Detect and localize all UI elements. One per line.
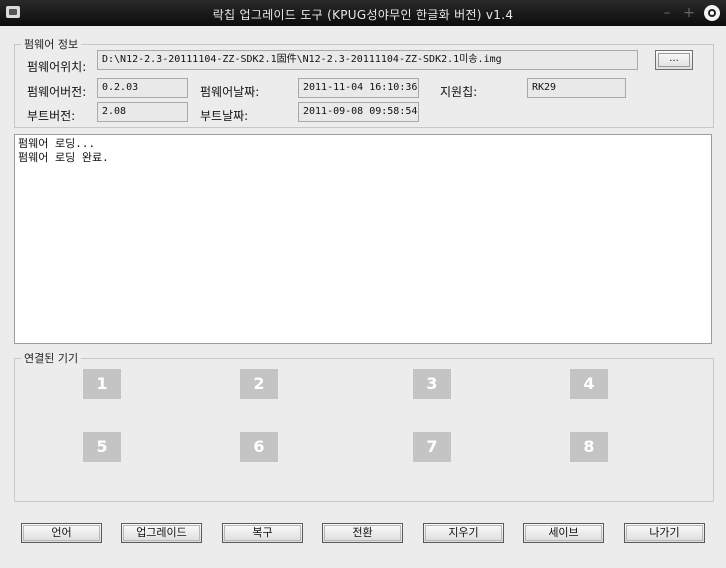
firmware-version-label: 펌웨어버전: (27, 85, 87, 99)
log-output[interactable]: 펌웨어 로딩... 펌웨어 로딩 완료. (14, 134, 712, 344)
device-slot-3[interactable]: 3 (413, 369, 451, 399)
close-icon[interactable] (704, 5, 720, 21)
device-slot-8[interactable]: 8 (570, 432, 608, 462)
window-title: 락칩 업그레이드 도구 (KPUG성야무인 한글화 버전) v1.4 (212, 8, 514, 22)
boot-version-field: 2.08 (97, 102, 188, 122)
erase-button[interactable]: 지우기 (423, 523, 504, 543)
device-slot-5[interactable]: 5 (83, 432, 121, 462)
firmware-info-legend: 펌웨어 정보 (24, 38, 79, 51)
firmware-location-label: 펌웨어위치: (27, 60, 87, 74)
title-bar: 락칩 업그레이드 도구 (KPUG성야무인 한글화 버전) v1.4 – + (0, 0, 726, 26)
log-line: 펌웨어 로딩 완료. (18, 151, 109, 164)
firmware-location-field[interactable]: D:\N12-2.3-20111104-ZZ-SDK2.1固件\N12-2.3-… (97, 50, 638, 70)
restore-button[interactable]: 복구 (222, 523, 303, 543)
upgrade-button[interactable]: 업그레이드 (121, 523, 202, 543)
supported-chip-field: RK29 (527, 78, 626, 98)
save-button[interactable]: 세이브 (523, 523, 604, 543)
device-slot-1[interactable]: 1 (83, 369, 121, 399)
minimize-button[interactable]: – (658, 4, 676, 22)
firmware-date-label: 펌웨어날짜: (200, 85, 260, 99)
maximize-button[interactable]: + (680, 4, 698, 22)
exit-button[interactable]: 나가기 (624, 523, 705, 543)
device-slot-2[interactable]: 2 (240, 369, 278, 399)
device-slot-4[interactable]: 4 (570, 369, 608, 399)
firmware-date-field: 2011-11-04 16:10:36 (298, 78, 419, 98)
boot-date-label: 부트날짜: (200, 109, 249, 123)
boot-date-field: 2011-09-08 09:58:54 (298, 102, 419, 122)
main-window: 펌웨어 정보 펌웨어위치: D:\N12-2.3-20111104-ZZ-SDK… (0, 26, 726, 568)
firmware-version-field: 0.2.03 (97, 78, 188, 98)
log-line: 펌웨어 로딩... (18, 137, 96, 150)
language-button[interactable]: 언어 (21, 523, 102, 543)
boot-version-label: 부트버전: (27, 109, 76, 123)
device-slot-6[interactable]: 6 (240, 432, 278, 462)
browse-button[interactable]: ... (655, 50, 693, 70)
supported-chip-label: 지원칩: (440, 85, 478, 99)
device-slot-7[interactable]: 7 (413, 432, 451, 462)
connected-devices-legend: 연결된 기기 (24, 352, 79, 365)
switch-button[interactable]: 전환 (322, 523, 403, 543)
